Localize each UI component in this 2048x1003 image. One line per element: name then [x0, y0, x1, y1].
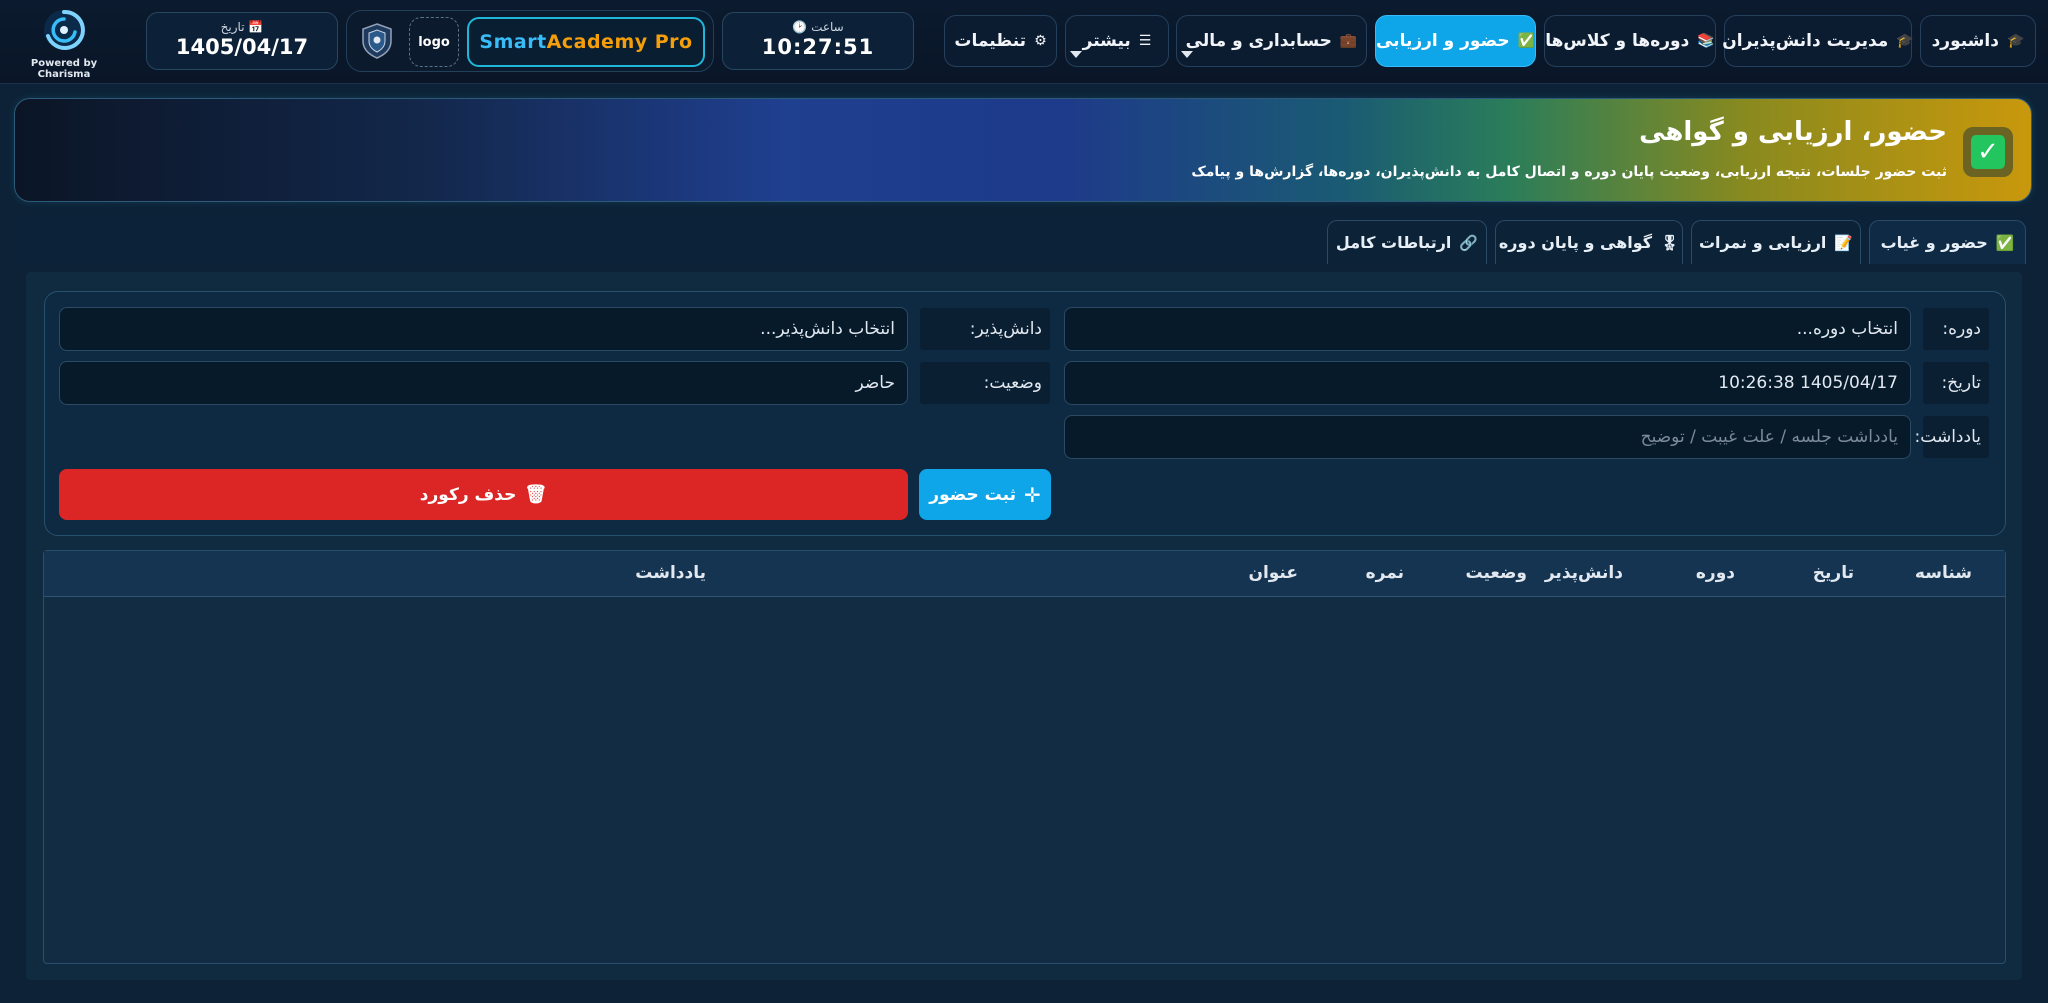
nav-settings-button[interactable]: تنظیمات ⚙	[944, 15, 1057, 67]
course-label: دوره:	[1922, 307, 1990, 351]
attendance-table: شناسه تاریخ دوره دانش‌پذیر وضعیت نمره عن…	[43, 550, 2006, 964]
nav-courses-label: دوره‌ها و کلاس‌ها	[1545, 31, 1690, 51]
nav-courses-button[interactable]: دوره‌ها و کلاس‌ها 📚	[1544, 15, 1716, 67]
column-header-date[interactable]: تاریخ	[1813, 563, 1854, 583]
tab-certificate[interactable]: 🎖 گواهی و پایان دوره	[1495, 220, 1683, 264]
app-name: Smart Academy Pro	[467, 17, 705, 67]
chevron-down-icon[interactable]	[1070, 51, 1082, 58]
nav-dashboard-button[interactable]: داشبورد 🎓	[1920, 15, 2036, 67]
gear-icon: ⚙	[1034, 33, 1047, 49]
top-bar: داشبورد 🎓 مدیریت دانش‌پذیران 🎓 دوره‌ها و…	[0, 0, 2048, 84]
brand-group: Smart Academy Pro logo	[346, 10, 714, 72]
charisma-logo-icon	[44, 9, 85, 50]
date-label: تاریخ 📅	[220, 20, 264, 34]
page-title: حضور، ارزیابی و گواهی	[1639, 117, 1947, 147]
trash-icon: 🗑	[524, 484, 548, 505]
tab-label: ارزیابی و نمرات	[1698, 233, 1827, 252]
date-widget: تاریخ 📅 1405/04/17	[146, 12, 338, 70]
tab-label: گواهی و پایان دوره	[1498, 233, 1653, 252]
student-label: دانش‌پذیر:	[919, 307, 1051, 351]
column-header-student[interactable]: دانش‌پذیر	[1545, 563, 1623, 583]
nav-students-label: مدیریت دانش‌پذیران	[1722, 31, 1889, 51]
tab-bar: ✅ حضور و غیاب 📝 ارزیابی و نمرات 🎖 گواهی …	[14, 214, 2032, 264]
clock-label: 🕑 ساعت	[792, 20, 844, 34]
date-label: تاریخ:	[1922, 361, 1990, 405]
chevron-down-icon[interactable]	[1181, 51, 1193, 58]
check-box-icon: ✅	[1517, 33, 1536, 49]
column-header-grade[interactable]: نمره	[1366, 563, 1404, 583]
nav-dashboard-label: داشبورد	[1931, 31, 1999, 51]
menu-icon: ☰	[1138, 33, 1152, 49]
date-input[interactable]: 1405/04/17 10:26:38	[1064, 361, 1911, 405]
column-header-status[interactable]: وضعیت	[1465, 563, 1527, 583]
nav-attendance-label: حضور و ارزیابی	[1375, 31, 1510, 51]
nav-attendance-button[interactable]: حضور و ارزیابی ✅	[1375, 15, 1536, 67]
column-header-id[interactable]: شناسه	[1915, 563, 1972, 583]
column-header-note[interactable]: یادداشت	[635, 563, 706, 583]
nav-more-button[interactable]: بیشتر ☰	[1065, 15, 1169, 67]
delete-record-button[interactable]: 🗑 حذف رکورد	[59, 469, 908, 520]
sparkle-icon: ✛	[1023, 482, 1041, 507]
tab-attendance[interactable]: ✅ حضور و غیاب	[1869, 220, 2026, 264]
check-box-icon: ✓	[1963, 127, 2013, 177]
graduation-cap-icon: 🎓	[2006, 33, 2025, 49]
memo-icon: 📝	[1834, 233, 1854, 252]
books-icon: 📚	[1697, 33, 1715, 49]
link-icon: 🔗	[1459, 233, 1479, 252]
page-subtitle: ثبت حضور جلسات، نتیجه ارزیابی، وضعیت پای…	[1191, 164, 1947, 180]
course-select[interactable]: انتخاب دوره...	[1064, 307, 1911, 351]
graduation-cap-icon: 🎓	[1896, 33, 1914, 49]
medal-icon: 🎖	[1660, 233, 1680, 252]
clock-icon: 🕑	[792, 20, 808, 34]
clock-value: 10:27:51	[761, 35, 875, 59]
table-header: شناسه تاریخ دوره دانش‌پذیر وضعیت نمره عن…	[44, 551, 2005, 597]
column-header-course[interactable]: دوره	[1696, 563, 1735, 583]
clock-widget: 🕑 ساعت 10:27:51	[722, 12, 914, 70]
submit-attendance-button[interactable]: ✛ ثبت حضور	[919, 469, 1051, 520]
status-label: وضعیت:	[919, 361, 1051, 405]
nav-students-button[interactable]: مدیریت دانش‌پذیران 🎓	[1722, 15, 1914, 67]
tab-label: ارتباطات کامل	[1335, 233, 1452, 252]
date-value: 1405/04/17	[175, 35, 309, 59]
powered-by-text: Powered by Charisma	[30, 58, 98, 80]
note-label: یادداشت:	[1915, 415, 1990, 459]
nav-settings-label: تنظیمات	[954, 31, 1027, 51]
calendar-icon: 📅	[248, 20, 264, 34]
charisma-branding: Powered by Charisma	[8, 8, 120, 80]
student-select[interactable]: انتخاب دانش‌پذیر...	[59, 307, 908, 351]
nav-accounting-button[interactable]: حسابداری و مالی 💼	[1176, 15, 1367, 67]
tab-connections[interactable]: 🔗 ارتباطات کامل	[1327, 220, 1487, 264]
status-select[interactable]: حاضر	[59, 361, 908, 405]
tab-evaluation[interactable]: 📝 ارزیابی و نمرات	[1691, 220, 1861, 264]
shield-logo-icon	[362, 23, 392, 59]
check-box-icon: ✅	[1995, 233, 2015, 252]
nav-more-label: بیشتر	[1082, 31, 1131, 51]
note-input[interactable]: یادداشت جلسه / علت غیبت / توضیح	[1064, 415, 1911, 459]
column-header-title[interactable]: عنوان	[1248, 563, 1298, 583]
nav-accounting-label: حسابداری و مالی	[1185, 31, 1332, 51]
page-header-banner: ✓ حضور، ارزیابی و گواهی ثبت حضور جلسات، …	[14, 98, 2032, 202]
tab-label: حضور و غیاب	[1880, 233, 1988, 252]
briefcase-icon: 💼	[1339, 33, 1358, 49]
logo-placeholder[interactable]: logo	[409, 17, 459, 67]
